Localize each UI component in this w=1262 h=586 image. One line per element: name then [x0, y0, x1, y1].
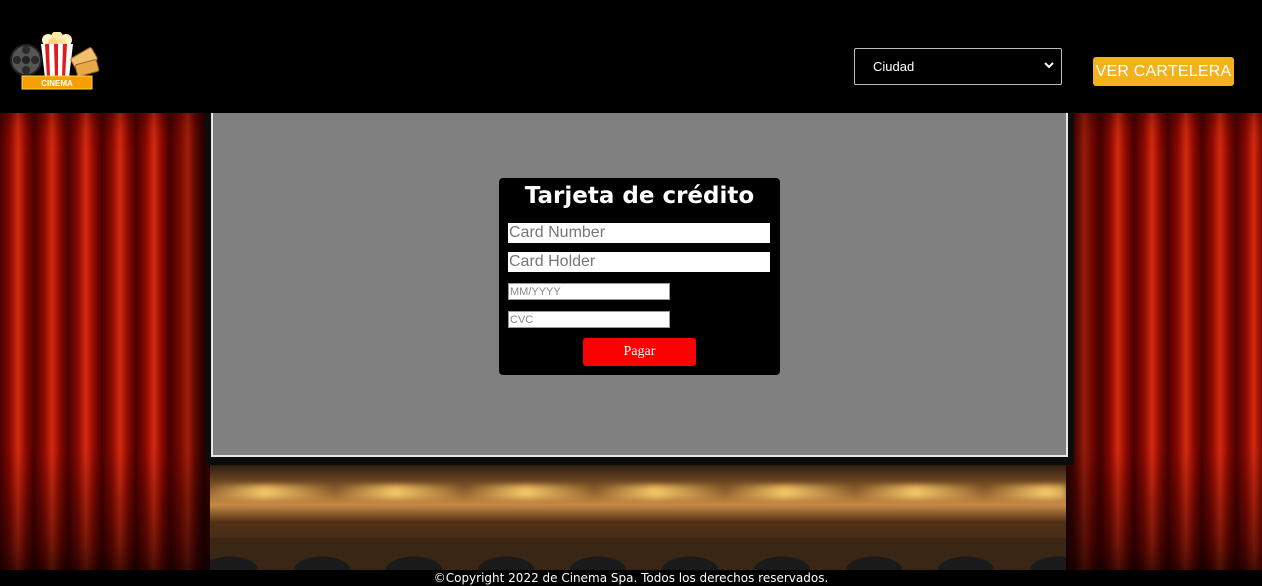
- popcorn-icon: [41, 31, 73, 78]
- ticket-icon: [70, 47, 100, 77]
- expiry-date-input[interactable]: [508, 283, 670, 300]
- curtain-left: [0, 113, 210, 570]
- card-number-input[interactable]: [508, 223, 770, 243]
- cvc-input[interactable]: [508, 311, 670, 328]
- cinema-logo-icon: CINEMA: [10, 31, 100, 90]
- curtain-right: [1066, 113, 1262, 570]
- form-title: Tarjeta de crédito: [524, 183, 755, 209]
- theater-stage-background: Tarjeta de crédito Pagar: [0, 113, 1262, 570]
- city-select[interactable]: Ciudad: [854, 48, 1062, 85]
- card-holder-input[interactable]: [508, 252, 770, 272]
- site-footer: ©Copyright 2022 de Cinema Spa. Todos los…: [0, 570, 1262, 586]
- stage-lights: [205, 485, 1066, 499]
- site-header: CINEMA Ciudad VER CARTELERA: [0, 0, 1262, 113]
- film-reel-icon: [10, 44, 42, 76]
- ver-cartelera-button[interactable]: VER CARTELERA: [1093, 57, 1234, 86]
- logo-text: CINEMA: [41, 79, 73, 88]
- credit-card-form: Tarjeta de crédito Pagar: [499, 178, 780, 375]
- cinema-logo[interactable]: CINEMA: [10, 31, 102, 92]
- pay-button[interactable]: Pagar: [583, 338, 696, 366]
- copyright-text: ©Copyright 2022 de Cinema Spa. Todos los…: [433, 571, 829, 585]
